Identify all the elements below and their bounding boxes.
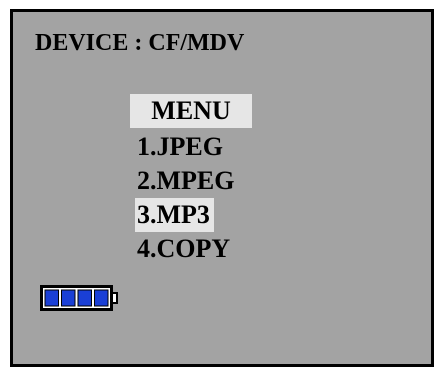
menu-title: MENU [130,94,252,128]
menu-item-label: 4.COPY [137,234,231,263]
device-screen: DEVICE : CF/MDV MENU 1.JPEG 2.MPEG 3.MP3… [10,9,434,367]
device-separator: : [128,30,149,56]
menu-item-label: 1.JPEG [137,132,223,161]
battery-segment [44,289,59,307]
menu-item-copy[interactable]: 4.COPY [137,232,239,266]
battery-icon [40,285,118,311]
menu-item-label: 2.MPEG [137,166,235,195]
device-value: CF/MDV [148,30,245,56]
battery-segment [77,289,92,307]
menu-item-mp3[interactable]: 3.MP3 [135,198,239,232]
battery-segment [94,289,109,307]
device-label: DEVICE [35,30,129,56]
device-status-line: DEVICE : CF/MDV [35,28,244,58]
menu-item-label-selected: 3.MP3 [135,198,214,232]
battery-segment [61,289,76,307]
menu-item-jpeg[interactable]: 1.JPEG [137,130,239,164]
menu-item-mpeg[interactable]: 2.MPEG [137,164,239,198]
menu-list: 1.JPEG 2.MPEG 3.MP3 4.COPY [135,130,239,266]
